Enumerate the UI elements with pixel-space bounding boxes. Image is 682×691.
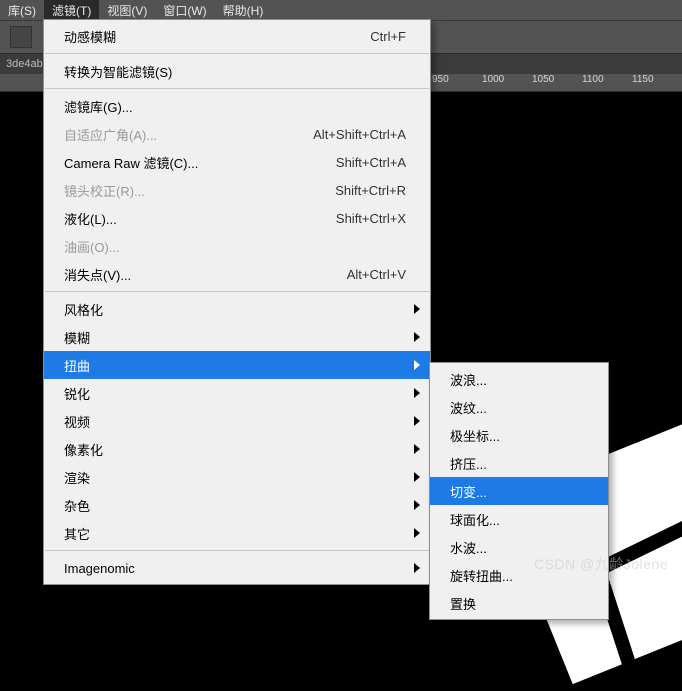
submenu-item[interactable]: 置换: [430, 589, 608, 617]
menu-item-label: 杂色: [64, 496, 406, 515]
menu-item[interactable]: 杂色: [44, 491, 430, 519]
tab-label: 3de4ab: [6, 58, 43, 70]
menu-item[interactable]: 渲染: [44, 463, 430, 491]
menu-item-label: 视频: [64, 412, 406, 431]
menu-item-label: 转换为智能滤镜(S): [64, 62, 406, 81]
menu-item-shortcut: Alt+Shift+Ctrl+A: [313, 127, 406, 142]
submenu-item-label: 波浪...: [450, 370, 584, 389]
ruler-tick: 1000: [482, 74, 532, 91]
submenu-item-label: 球面化...: [450, 510, 584, 529]
menu-item-label: 扭曲: [64, 356, 406, 375]
menu-item-shortcut: Ctrl+F: [370, 29, 406, 44]
menubar-item[interactable]: 滤镜(T): [44, 0, 99, 21]
menu-separator: [45, 550, 429, 551]
menu-item-label: 其它: [64, 524, 406, 543]
submenu-item-label: 挤压...: [450, 454, 584, 473]
menu-item-label: 模糊: [64, 328, 406, 347]
submenu-item-label: 置换: [450, 594, 584, 613]
tool-button[interactable]: [10, 26, 32, 48]
menu-item-label: 渲染: [64, 468, 406, 487]
menu-item[interactable]: 扭曲: [44, 351, 430, 379]
submenu-item-label: 极坐标...: [450, 426, 584, 445]
menu-item[interactable]: 视频: [44, 407, 430, 435]
filter-menu: 动感模糊Ctrl+F 转换为智能滤镜(S) 滤镜库(G)... 自适应广角(A)...…: [43, 19, 431, 585]
menu-item-label: 动感模糊: [64, 27, 370, 46]
menu-item-label: Camera Raw 滤镜(C)...: [64, 153, 336, 172]
menu-item-shortcut: Shift+Ctrl+X: [336, 211, 406, 226]
ruler-tick: 1150: [632, 74, 682, 91]
menu-item-shortcut: Alt+Ctrl+V: [347, 267, 406, 282]
menu-item: 油画(O)...: [44, 232, 430, 260]
menu-separator: [45, 88, 429, 89]
menu-item-label: 消失点(V)...: [64, 265, 347, 284]
menubar-item[interactable]: 库(S): [0, 0, 44, 21]
submenu-item[interactable]: 波浪...: [430, 365, 608, 393]
submenu-item-label: 切变...: [450, 482, 584, 501]
menu-item-shortcut: Shift+Ctrl+A: [336, 155, 406, 170]
distort-submenu: 波浪... 波纹... 极坐标... 挤压... 切变... 球面化... 水波... 旋转扭…: [429, 362, 609, 620]
menu-item[interactable]: 其它: [44, 519, 430, 547]
menu-item-label: 像素化: [64, 440, 406, 459]
submenu-item[interactable]: 极坐标...: [430, 421, 608, 449]
submenu-item[interactable]: 波纹...: [430, 393, 608, 421]
submenu-item-label: 波纹...: [450, 398, 584, 417]
menu-item-shortcut: Shift+Ctrl+R: [335, 183, 406, 198]
menu-item: 镜头校正(R)...Shift+Ctrl+R: [44, 176, 430, 204]
menu-item[interactable]: 风格化: [44, 295, 430, 323]
ruler-tick: 1050: [532, 74, 582, 91]
menu-item: 自适应广角(A)...Alt+Shift+Ctrl+A: [44, 120, 430, 148]
menu-item-label: 镜头校正(R)...: [64, 181, 335, 200]
menu-item[interactable]: Imagenomic: [44, 554, 430, 582]
submenu-item[interactable]: 挤压...: [430, 449, 608, 477]
submenu-item[interactable]: 旋转扭曲...: [430, 561, 608, 589]
ruler-tick: 950: [432, 74, 482, 91]
menu-item-label: 油画(O)...: [64, 237, 406, 256]
menu-item[interactable]: 滤镜库(G)...: [44, 92, 430, 120]
menu-item-label: Imagenomic: [64, 561, 406, 576]
menubar: 库(S)滤镜(T)视图(V)窗口(W)帮助(H): [0, 0, 682, 20]
submenu-item-label: 水波...: [450, 538, 584, 557]
menu-item-label: 锐化: [64, 384, 406, 403]
menu-item[interactable]: 液化(L)...Shift+Ctrl+X: [44, 204, 430, 232]
submenu-item[interactable]: 水波...: [430, 533, 608, 561]
menu-item[interactable]: 模糊: [44, 323, 430, 351]
menu-item[interactable]: 消失点(V)...Alt+Ctrl+V: [44, 260, 430, 288]
submenu-item[interactable]: 球面化...: [430, 505, 608, 533]
menu-item-label: 风格化: [64, 300, 406, 319]
submenu-item[interactable]: 切变...: [430, 477, 608, 505]
menu-separator: [45, 291, 429, 292]
menu-item-label: 液化(L)...: [64, 209, 336, 228]
menu-item-label: 滤镜库(G)...: [64, 97, 406, 116]
menu-item[interactable]: 动感模糊Ctrl+F: [44, 22, 430, 50]
ruler-tick: 1100: [582, 74, 632, 91]
menubar-item[interactable]: 视图(V): [99, 0, 155, 21]
menubar-item[interactable]: 帮助(H): [215, 0, 272, 21]
menubar-item[interactable]: 窗口(W): [155, 0, 214, 21]
submenu-item-label: 旋转扭曲...: [450, 566, 584, 585]
menu-item[interactable]: 转换为智能滤镜(S): [44, 57, 430, 85]
menu-item[interactable]: Camera Raw 滤镜(C)...Shift+Ctrl+A: [44, 148, 430, 176]
menu-item-label: 自适应广角(A)...: [64, 125, 313, 144]
menu-item[interactable]: 像素化: [44, 435, 430, 463]
menu-item[interactable]: 锐化: [44, 379, 430, 407]
menu-separator: [45, 53, 429, 54]
